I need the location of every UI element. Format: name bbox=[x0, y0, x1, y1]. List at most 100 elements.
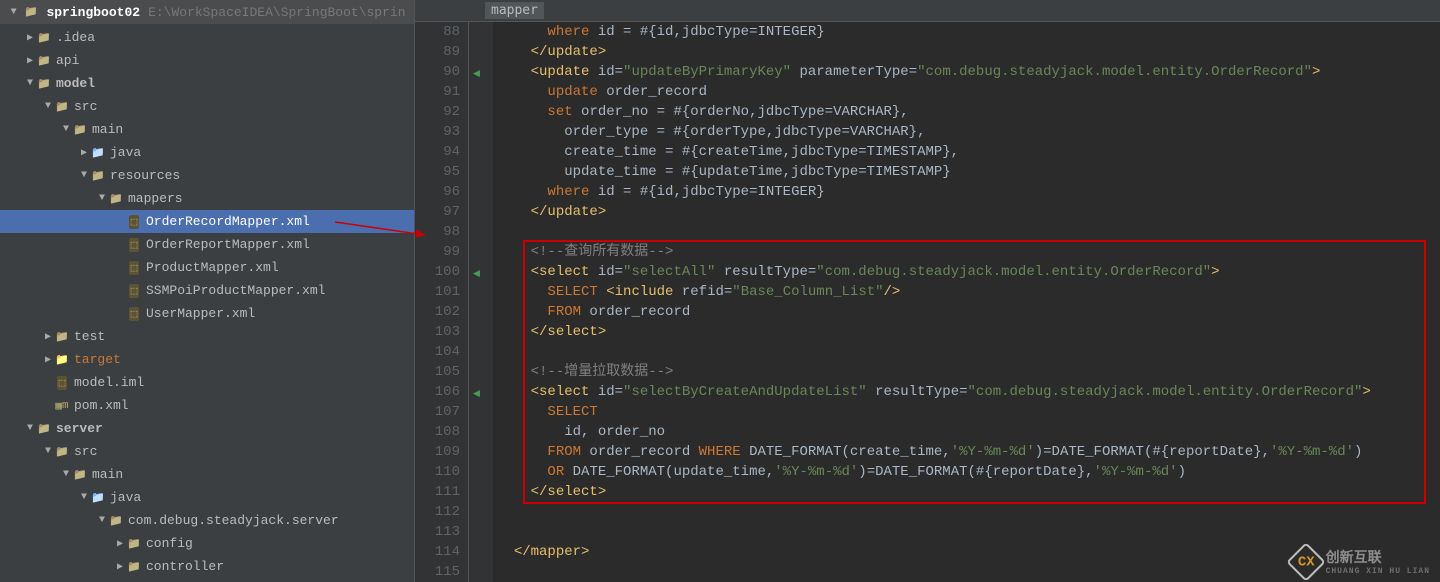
tree-item-label: target bbox=[74, 352, 121, 367]
chevron-right-icon[interactable] bbox=[24, 32, 36, 44]
tree-item[interactable]: main bbox=[0, 463, 414, 486]
code-line[interactable]: set order_no = #{orderNo,jdbcType=VARCHA… bbox=[497, 102, 1440, 122]
line-number: 94 bbox=[415, 142, 460, 162]
chevron-down-icon[interactable] bbox=[78, 170, 90, 181]
code-line[interactable]: SELECT <include refid="Base_Column_List"… bbox=[497, 282, 1440, 302]
code-line[interactable]: <select id="selectAll" resultType="com.d… bbox=[497, 262, 1440, 282]
code-line[interactable] bbox=[497, 502, 1440, 522]
chevron-down-icon[interactable] bbox=[42, 446, 54, 457]
chevron-down-icon[interactable] bbox=[8, 7, 19, 18]
line-number: 115 bbox=[415, 562, 460, 582]
folder-icon bbox=[36, 76, 52, 92]
code-line[interactable]: create_time = #{createTime,jdbcType=TIME… bbox=[497, 142, 1440, 162]
code-line[interactable]: SELECT bbox=[497, 402, 1440, 422]
chevron-down-icon[interactable] bbox=[42, 101, 54, 112]
chevron-down-icon[interactable] bbox=[96, 515, 108, 526]
chevron-right-icon[interactable] bbox=[42, 354, 54, 366]
tree-item[interactable]: m pom.xml bbox=[0, 394, 414, 417]
tree-item[interactable]: target bbox=[0, 348, 414, 371]
folder-icon bbox=[54, 329, 70, 345]
code-line[interactable]: where id = #{id,jdbcType=INTEGER} bbox=[497, 22, 1440, 42]
folder-icon bbox=[72, 467, 88, 483]
line-number: 100 bbox=[415, 262, 460, 282]
tree-item-label: mappers bbox=[128, 191, 183, 206]
line-number: 106 bbox=[415, 382, 460, 402]
tree-item[interactable]: api bbox=[0, 49, 414, 72]
tree-item[interactable]: mappers bbox=[0, 187, 414, 210]
tree-item[interactable]: server bbox=[0, 417, 414, 440]
tree-item[interactable]: resources bbox=[0, 164, 414, 187]
chevron-down-icon[interactable] bbox=[78, 492, 90, 503]
chevron-down-icon[interactable] bbox=[60, 469, 72, 480]
code-line[interactable]: id, order_no bbox=[497, 422, 1440, 442]
code-line[interactable]: <!--增量拉取数据--> bbox=[497, 362, 1440, 382]
code-line[interactable]: OR DATE_FORMAT(update_time,'%Y-%m-%d')=D… bbox=[497, 462, 1440, 482]
chevron-right-icon[interactable] bbox=[24, 55, 36, 67]
code-line[interactable]: </update> bbox=[497, 202, 1440, 222]
code-area[interactable]: 8889909192939495969798991001011021031041… bbox=[415, 22, 1440, 582]
breadcrumb-item[interactable]: mapper bbox=[485, 2, 544, 19]
chevron-down-icon[interactable] bbox=[60, 124, 72, 135]
chevron-right-icon[interactable] bbox=[114, 561, 126, 573]
tree-item[interactable]: java bbox=[0, 486, 414, 509]
line-number: 105 bbox=[415, 362, 460, 382]
code-line[interactable]: update order_record bbox=[497, 82, 1440, 102]
code-line[interactable]: <!--查询所有数据--> bbox=[497, 242, 1440, 262]
tree-item[interactable]: config bbox=[0, 532, 414, 555]
tree-item-label: pom.xml bbox=[74, 398, 129, 413]
chevron-down-icon[interactable] bbox=[96, 193, 108, 204]
tree-item[interactable]: model.iml bbox=[0, 371, 414, 394]
file-icon: m bbox=[54, 398, 70, 414]
code-lines[interactable]: where id = #{id,jdbcType=INTEGER} </upda… bbox=[493, 22, 1440, 582]
tree-item[interactable]: OrderReportMapper.xml bbox=[0, 233, 414, 256]
chevron-right-icon[interactable] bbox=[78, 147, 90, 159]
tree-item[interactable]: main bbox=[0, 118, 414, 141]
gutter-marker-icon[interactable]: ◄ bbox=[473, 264, 480, 284]
code-line[interactable] bbox=[497, 522, 1440, 542]
tree-item[interactable]: SSMPoiProductMapper.xml bbox=[0, 279, 414, 302]
folder-icon bbox=[126, 536, 142, 552]
chevron-right-icon[interactable] bbox=[114, 538, 126, 550]
tree-item[interactable]: model bbox=[0, 72, 414, 95]
code-line[interactable]: </update> bbox=[497, 42, 1440, 62]
tree-item-label: main bbox=[92, 467, 123, 482]
line-number: 89 bbox=[415, 42, 460, 62]
tree-item[interactable]: controller bbox=[0, 555, 414, 578]
gutter-marker-icon[interactable]: ◄ bbox=[473, 64, 480, 84]
line-number: 102 bbox=[415, 302, 460, 322]
tree-item[interactable]: .idea bbox=[0, 26, 414, 49]
tree-item[interactable]: java bbox=[0, 141, 414, 164]
code-line[interactable] bbox=[497, 222, 1440, 242]
tree-item-label: api bbox=[56, 53, 79, 68]
code-line[interactable]: FROM order_record WHERE DATE_FORMAT(crea… bbox=[497, 442, 1440, 462]
code-line[interactable]: </select> bbox=[497, 322, 1440, 342]
code-line[interactable]: FROM order_record bbox=[497, 302, 1440, 322]
tree-item[interactable]: src bbox=[0, 95, 414, 118]
line-number: 107 bbox=[415, 402, 460, 422]
gutter-marker-icon[interactable]: ◄ bbox=[473, 384, 480, 404]
code-line[interactable]: where id = #{id,jdbcType=INTEGER} bbox=[497, 182, 1440, 202]
code-line[interactable]: <select id="selectByCreateAndUpdateList"… bbox=[497, 382, 1440, 402]
tree-item[interactable]: OrderRecordMapper.xml bbox=[0, 210, 414, 233]
tree-item-label: test bbox=[74, 329, 105, 344]
line-number: 110 bbox=[415, 462, 460, 482]
tree-item[interactable]: test bbox=[0, 325, 414, 348]
file-tree[interactable]: .ideaapimodelsrcmainjavaresourcesmappers… bbox=[0, 24, 414, 580]
chevron-down-icon[interactable] bbox=[24, 78, 36, 89]
chevron-right-icon[interactable] bbox=[42, 331, 54, 343]
code-line[interactable]: order_type = #{orderType,jdbcType=VARCHA… bbox=[497, 122, 1440, 142]
folder-icon bbox=[126, 559, 142, 575]
tree-item[interactable]: UserMapper.xml bbox=[0, 302, 414, 325]
chevron-down-icon[interactable] bbox=[24, 423, 36, 434]
tree-item-label: com.debug.steadyjack.server bbox=[128, 513, 339, 528]
tree-item-label: java bbox=[110, 490, 141, 505]
folder-icon bbox=[90, 145, 106, 161]
code-line[interactable] bbox=[497, 342, 1440, 362]
tree-item[interactable]: com.debug.steadyjack.server bbox=[0, 509, 414, 532]
tree-item[interactable]: ProductMapper.xml bbox=[0, 256, 414, 279]
code-line[interactable]: <update id="updateByPrimaryKey" paramete… bbox=[497, 62, 1440, 82]
code-line[interactable]: </select> bbox=[497, 482, 1440, 502]
tree-item[interactable]: src bbox=[0, 440, 414, 463]
line-number: 96 bbox=[415, 182, 460, 202]
code-line[interactable]: update_time = #{updateTime,jdbcType=TIME… bbox=[497, 162, 1440, 182]
